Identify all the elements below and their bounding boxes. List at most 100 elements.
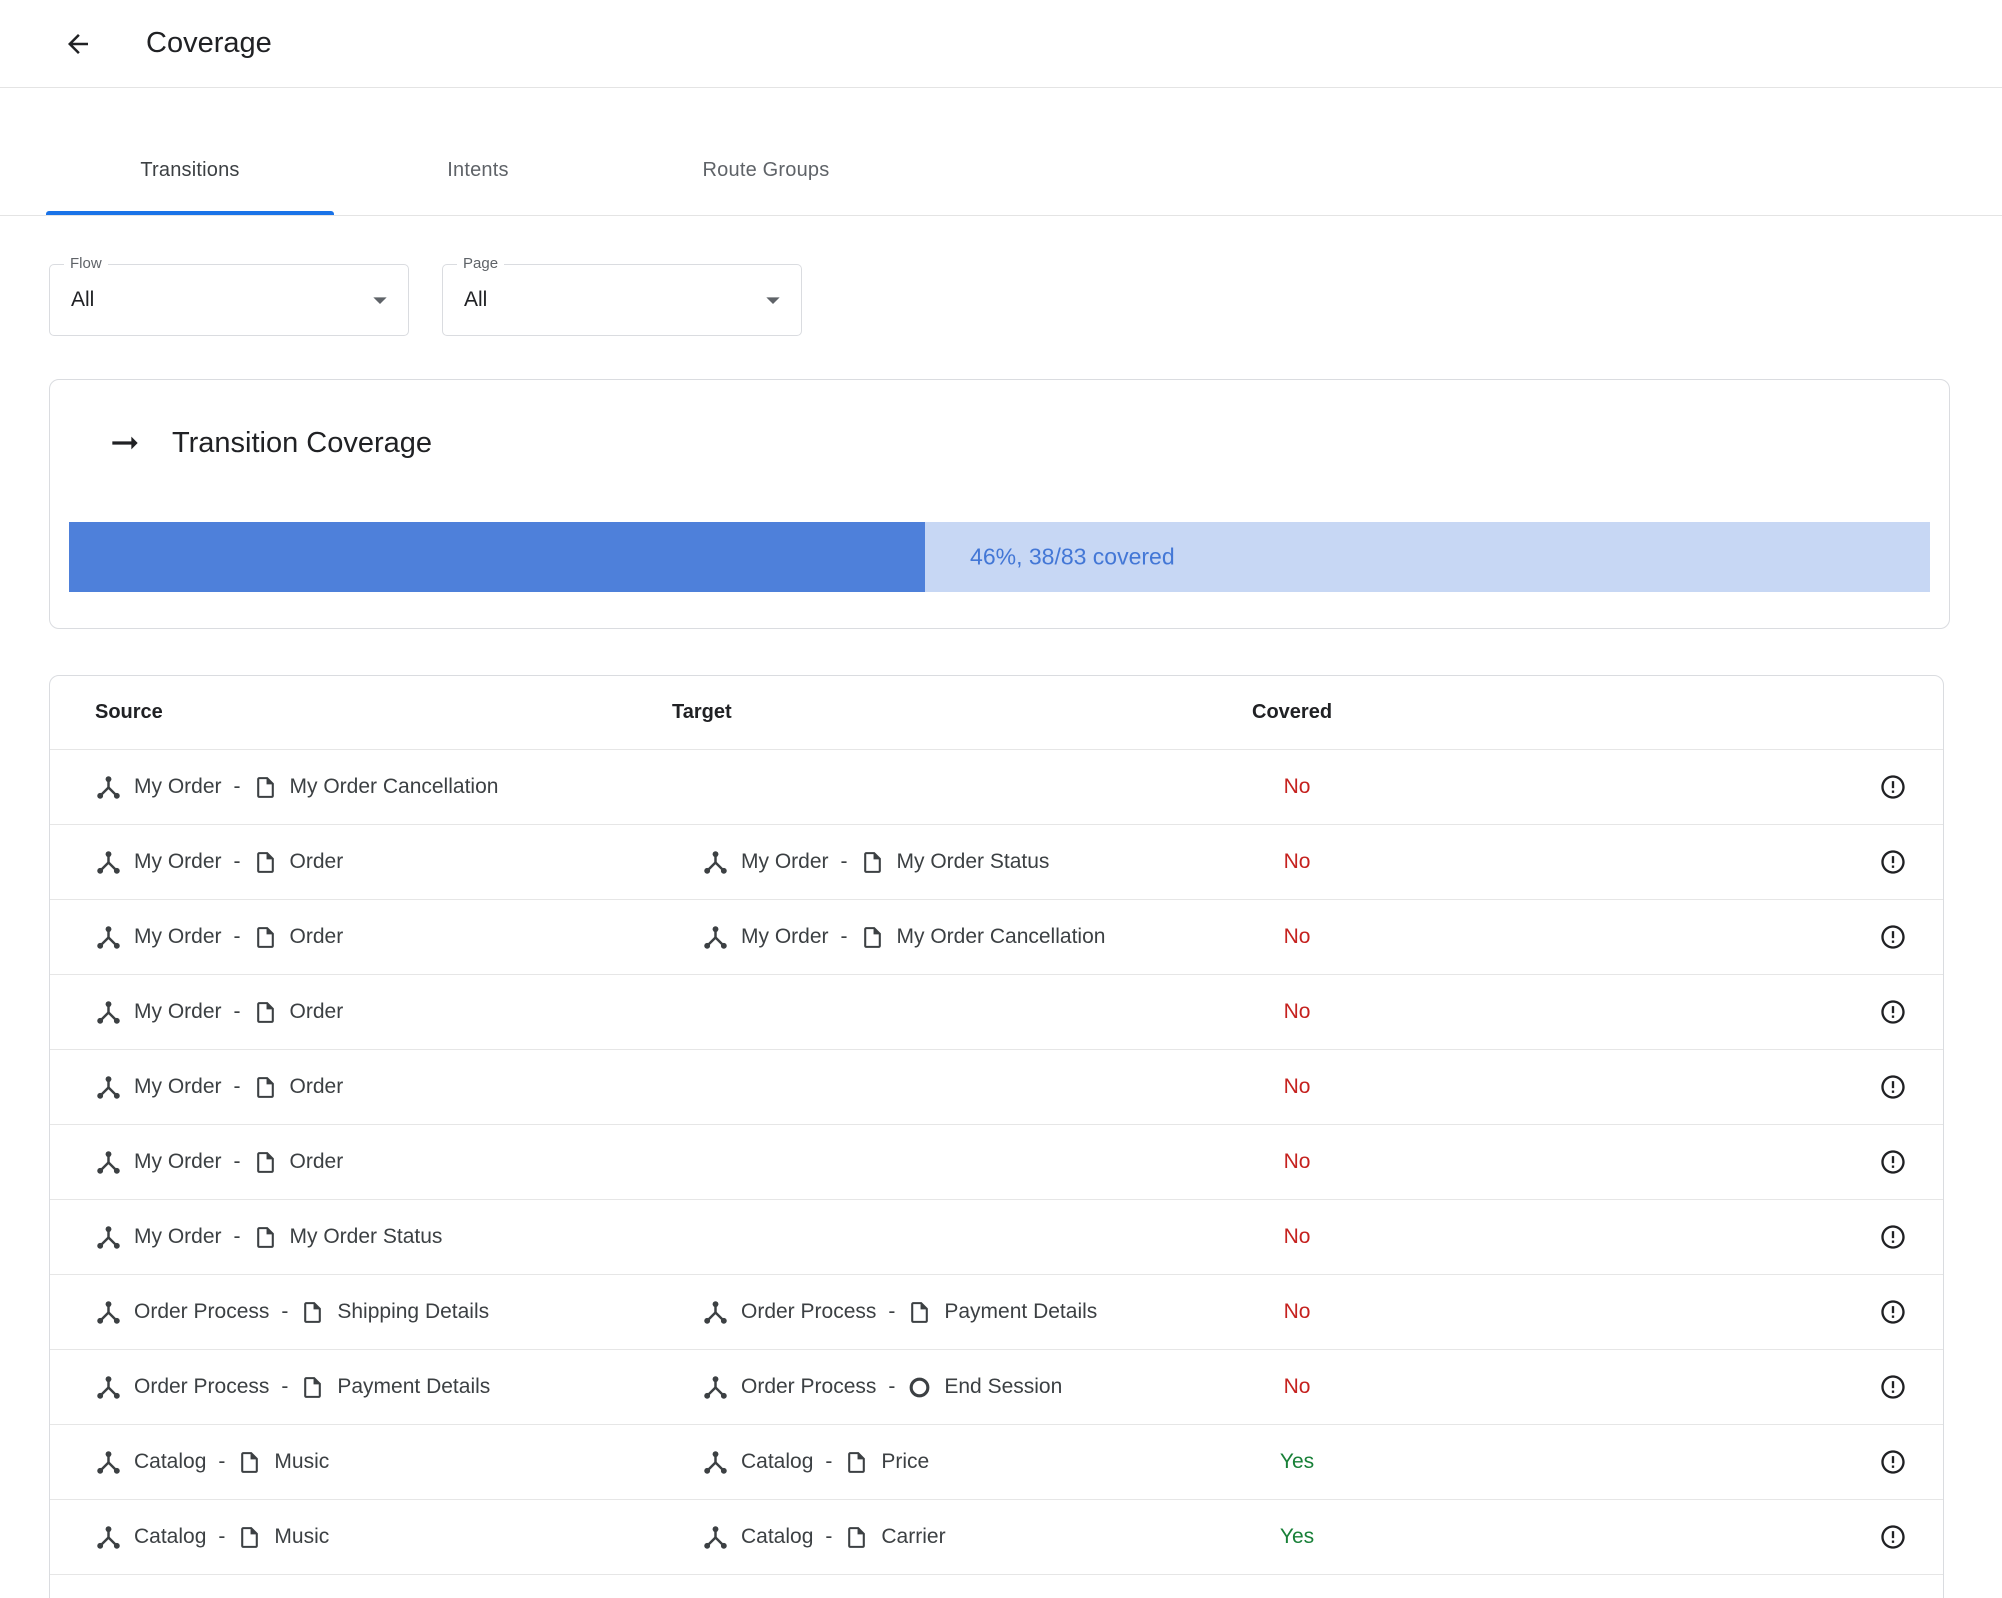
flow-name: Catalog bbox=[134, 1525, 207, 1548]
covered-cell: No bbox=[1252, 1300, 1582, 1324]
page-select-label: Page bbox=[457, 255, 505, 273]
source-cell: Order Process - Shipping Details bbox=[50, 1299, 672, 1326]
covered-cell: No bbox=[1252, 1075, 1582, 1099]
covered-cell: No bbox=[1252, 925, 1582, 949]
table-row: My Order - Order My Order - My Order Cancell… bbox=[50, 899, 1943, 974]
table-row: My Order - Order No bbox=[50, 1049, 1943, 1124]
page-name: Order bbox=[289, 1150, 344, 1173]
table-row: My Order - My Order Cancellation No bbox=[50, 749, 1943, 824]
flow-icon bbox=[95, 999, 122, 1026]
end-session-icon bbox=[907, 1375, 932, 1400]
separator: - bbox=[281, 1300, 289, 1323]
tab-transitions[interactable]: Transitions bbox=[46, 125, 334, 215]
page-icon bbox=[237, 1525, 262, 1550]
back-button[interactable] bbox=[58, 24, 98, 64]
info-cell bbox=[1582, 773, 1943, 801]
page-select[interactable]: Page All bbox=[442, 255, 802, 336]
page-icon bbox=[860, 850, 885, 875]
covered-cell: No bbox=[1252, 1150, 1582, 1174]
table-row: My Order - Order No bbox=[50, 974, 1943, 1049]
covered-status: No bbox=[1283, 775, 1311, 798]
source-cell: My Order - Order bbox=[50, 1074, 672, 1101]
alert-circle-icon[interactable] bbox=[1879, 1148, 1907, 1176]
separator: - bbox=[840, 850, 848, 873]
flow-name: My Order bbox=[134, 1000, 222, 1023]
flow-select[interactable]: Flow All bbox=[49, 255, 409, 336]
alert-circle-icon[interactable] bbox=[1879, 923, 1907, 951]
separator: - bbox=[840, 925, 848, 948]
alert-circle-icon[interactable] bbox=[1879, 1223, 1907, 1251]
tab-intents-label: Intents bbox=[447, 158, 509, 181]
alert-circle-icon[interactable] bbox=[1879, 1373, 1907, 1401]
alert-circle-icon[interactable] bbox=[1879, 1298, 1907, 1326]
source-cell: Order Process - Payment Details bbox=[50, 1374, 672, 1401]
alert-circle-icon[interactable] bbox=[1879, 848, 1907, 876]
covered-status: No bbox=[1283, 1225, 1311, 1248]
flow-name: My Order bbox=[741, 925, 829, 948]
tab-intents[interactable]: Intents bbox=[334, 125, 622, 215]
flow-name: Catalog bbox=[134, 1450, 207, 1473]
coverage-progress-label: 46%, 38/83 covered bbox=[970, 543, 1175, 570]
flow-icon bbox=[95, 1224, 122, 1251]
flow-icon bbox=[95, 1299, 122, 1326]
covered-status: No bbox=[1283, 850, 1311, 873]
separator: - bbox=[233, 1225, 241, 1248]
covered-cell: Yes bbox=[1252, 1450, 1582, 1474]
coverage-card-header: Transition Coverage bbox=[106, 424, 1949, 462]
page-name: Payment Details bbox=[337, 1375, 491, 1398]
alert-circle-icon[interactable] bbox=[1879, 773, 1907, 801]
covered-status: Yes bbox=[1279, 1450, 1315, 1473]
info-cell bbox=[1582, 848, 1943, 876]
separator: - bbox=[281, 1375, 289, 1398]
page-name: My Order Cancellation bbox=[896, 925, 1106, 948]
table-row: Order Process - Shipping Details Order Pro… bbox=[50, 1274, 1943, 1349]
coverage-progress-fill bbox=[69, 522, 926, 592]
page-name: My Order Status bbox=[289, 1225, 443, 1248]
coverage-table: Source Target Covered My Order - My Order … bbox=[49, 675, 1944, 1598]
table-row: Catalog - Music Catalog - Price Yes bbox=[50, 1424, 1943, 1499]
flow-name: Catalog bbox=[741, 1525, 814, 1548]
arrow-right-icon bbox=[106, 424, 144, 462]
page-name: My Order Status bbox=[896, 850, 1050, 873]
flow-icon bbox=[702, 1374, 729, 1401]
flow-icon bbox=[702, 924, 729, 951]
alert-circle-icon[interactable] bbox=[1879, 1073, 1907, 1101]
source-cell: My Order - Order bbox=[50, 924, 672, 951]
table-row: My Order - Order My Order - My Order Status … bbox=[50, 824, 1943, 899]
covered-status: No bbox=[1283, 925, 1311, 948]
tab-route-groups-label: Route Groups bbox=[702, 158, 830, 181]
info-cell bbox=[1582, 1073, 1943, 1101]
page-name: Music bbox=[274, 1450, 330, 1473]
alert-circle-icon[interactable] bbox=[1879, 998, 1907, 1026]
source-cell: My Order - Order bbox=[50, 1149, 672, 1176]
source-cell: My Order - Order bbox=[50, 849, 672, 876]
alert-circle-icon[interactable] bbox=[1879, 1523, 1907, 1551]
filters: Flow All Page All bbox=[49, 255, 2002, 336]
coverage-card-title: Transition Coverage bbox=[172, 426, 433, 459]
covered-cell: No bbox=[1252, 1375, 1582, 1399]
page-name: Shipping Details bbox=[337, 1300, 490, 1323]
table-row: Order Process - Payment Details Order Proc… bbox=[50, 1349, 1943, 1424]
page-name: Music bbox=[274, 1525, 330, 1548]
source-cell: Catalog - Music bbox=[50, 1449, 672, 1476]
page-icon bbox=[253, 775, 278, 800]
flow-name: Order Process bbox=[134, 1300, 270, 1323]
coverage-progress-bar: 46%, 38/83 covered bbox=[69, 522, 1930, 592]
flow-icon bbox=[702, 1524, 729, 1551]
flow-name: My Order bbox=[134, 1150, 222, 1173]
page-name: Order bbox=[289, 850, 344, 873]
info-cell bbox=[1582, 998, 1943, 1026]
page-icon bbox=[253, 1225, 278, 1250]
page-icon bbox=[300, 1300, 325, 1325]
flow-icon bbox=[95, 849, 122, 876]
flow-name: My Order bbox=[134, 775, 222, 798]
page-title: Coverage bbox=[146, 27, 272, 59]
page-name: Order bbox=[289, 925, 344, 948]
alert-circle-icon[interactable] bbox=[1879, 1448, 1907, 1476]
table-header-row: Source Target Covered bbox=[50, 676, 1943, 749]
tab-route-groups[interactable]: Route Groups bbox=[622, 125, 910, 215]
info-cell bbox=[1582, 1223, 1943, 1251]
source-cell: Catalog - Music bbox=[50, 1524, 672, 1551]
separator: - bbox=[233, 775, 241, 798]
flow-name: Order Process bbox=[741, 1300, 877, 1323]
